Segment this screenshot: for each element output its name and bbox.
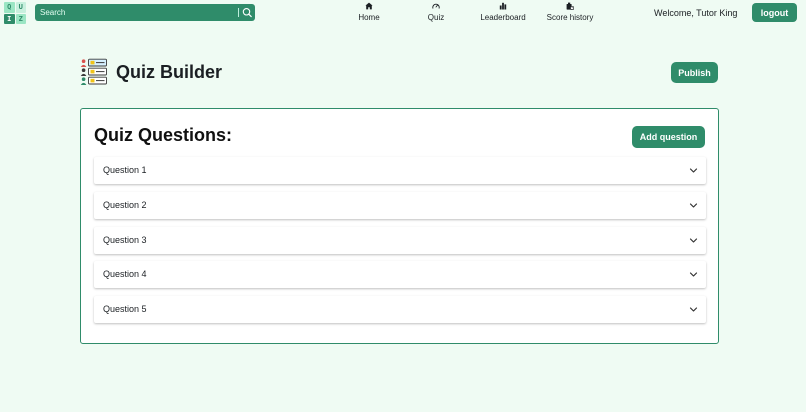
app-logo[interactable]: Q U I Z [4,2,26,24]
question-label: Question 4 [103,269,147,279]
home-icon [365,2,373,10]
publish-button[interactable]: Publish [671,62,718,83]
page-title: Quiz Builder [116,62,223,82]
logo-letter: I [4,13,15,24]
nav-leaderboard[interactable]: Leaderboard [468,2,538,24]
question-accordion-item[interactable]: Question 4 [94,261,706,288]
chevron-down-icon [689,168,698,173]
chevron-down-icon [689,307,698,312]
search-icon[interactable] [241,6,253,19]
logo-letter: Q [4,2,15,13]
nav-score-history-label: Score history [546,13,594,22]
chevron-down-icon [689,272,698,277]
chevron-down-icon [689,203,698,208]
add-question-button[interactable]: Add question [632,126,705,148]
score-history-icon [566,2,574,10]
logout-button[interactable]: logout [752,3,797,22]
logo-letter: U [15,2,26,13]
nav-quiz[interactable]: Quiz [401,2,471,24]
question-label: Question 1 [103,165,147,175]
bar-chart-icon [499,2,507,10]
question-accordion-item[interactable]: Question 5 [94,296,706,323]
quiz-ranking-icon [80,58,108,86]
quiz-questions-panel: Quiz Questions: Add question Question 1 … [80,108,719,344]
nav-quiz-label: Quiz [427,13,445,22]
nav-score-history[interactable]: Score history [535,2,605,24]
question-accordion-item[interactable]: Question 3 [94,227,706,254]
logo-letter: Z [15,13,26,24]
question-label: Question 3 [103,235,147,245]
question-accordion-item[interactable]: Question 2 [94,192,706,219]
search-bar [35,4,255,21]
question-label: Question 2 [103,200,147,210]
top-bar: Q U I Z Home Quiz Leaderbo [0,0,806,26]
welcome-text: Welcome, Tutor King [654,8,738,18]
chevron-down-icon [689,238,698,243]
search-input[interactable] [35,4,235,21]
panel-title: Quiz Questions: [94,125,233,145]
search-divider [238,8,239,17]
nav-leaderboard-label: Leaderboard [480,13,526,22]
nav-home[interactable]: Home [334,2,404,24]
nav-home-label: Home [358,13,380,22]
question-label: Question 5 [103,304,147,314]
question-accordion-item[interactable]: Question 1 [94,157,706,184]
gauge-icon [432,3,440,9]
